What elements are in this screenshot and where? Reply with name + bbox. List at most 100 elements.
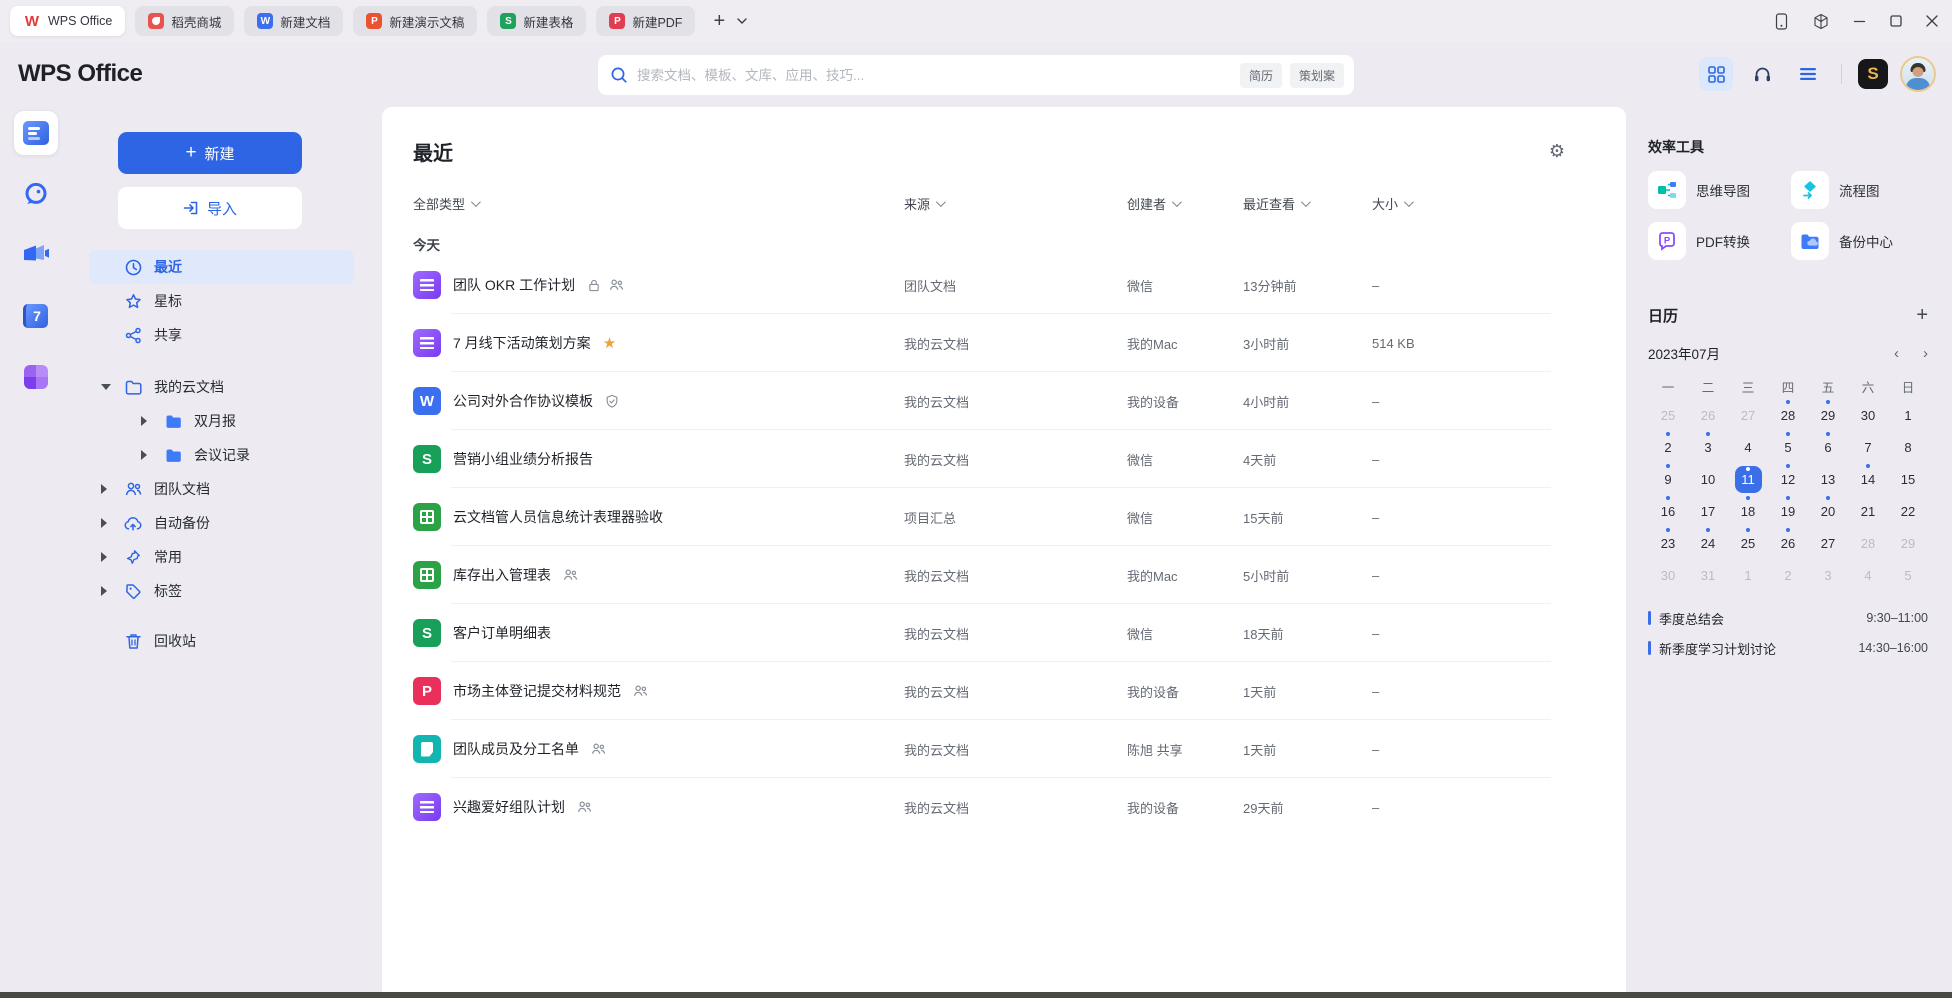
calendar-day-4[interactable]: 4 (1848, 559, 1888, 591)
search-input[interactable] (637, 68, 1232, 83)
calendar-day-10[interactable]: 10 (1688, 463, 1728, 495)
close-button[interactable] (1926, 15, 1938, 27)
filter-all-types[interactable]: 全部类型 (413, 194, 478, 213)
file-row[interactable]: 云文档管人员信息统计表理器验收 项目汇总 微信 15天前 – (399, 488, 1609, 546)
expand-triangle-icon[interactable] (101, 484, 107, 494)
search-tag-resume[interactable]: 简历 (1240, 63, 1282, 88)
search-tag-plan[interactable]: 策划案 (1290, 63, 1344, 88)
file-row[interactable]: 7 月线下活动策划方案 ★ 我的云文档 我的Mac 3小时前 514 KB (399, 314, 1609, 372)
expand-triangle-icon[interactable] (141, 450, 147, 460)
calendar-day-28[interactable]: 28 (1768, 399, 1808, 431)
calendar-day-1[interactable]: 1 (1888, 399, 1928, 431)
calendar-day-30[interactable]: 30 (1648, 559, 1688, 591)
calendar-day-5[interactable]: 5 (1888, 559, 1928, 591)
filter-last-viewed[interactable]: 最近查看 (1243, 194, 1308, 213)
calendar-day-24[interactable]: 24 (1688, 527, 1728, 559)
calendar-day-2[interactable]: 2 (1648, 431, 1688, 463)
calendar-day-12[interactable]: 12 (1768, 463, 1808, 495)
calendar-day-5[interactable]: 5 (1768, 431, 1808, 463)
tab-new-document[interactable]: W 新建文档 (244, 6, 343, 36)
rail-meeting-button[interactable] (14, 233, 58, 277)
file-row[interactable]: P 市场主体登记提交材料规范 我的云文档 我的设备 1天前 – (399, 662, 1609, 720)
calendar-day-20[interactable]: 20 (1808, 495, 1848, 527)
search-bar[interactable]: 简历 策划案 (598, 55, 1354, 95)
user-avatar[interactable] (1900, 56, 1936, 92)
event-item[interactable]: 新季度学习计划讨论 14:30–16:00 (1648, 633, 1928, 663)
calendar-day-25[interactable]: 25 (1648, 399, 1688, 431)
sidebar-item-frequent[interactable]: 常用 (89, 540, 354, 574)
calendar-day-25[interactable]: 25 (1728, 527, 1768, 559)
calendar-day-3[interactable]: 3 (1808, 559, 1848, 591)
mobile-device-icon[interactable] (1774, 13, 1789, 30)
rail-messages-button[interactable] (14, 172, 58, 216)
file-row[interactable]: W 公司对外合作协议模板 我的云文档 我的设备 4小时前 – (399, 372, 1609, 430)
file-row[interactable]: 兴趣爱好组队计划 我的云文档 我的设备 29天前 – (399, 778, 1609, 836)
calendar-prev-button[interactable]: ‹ (1894, 345, 1899, 362)
rail-documents-button[interactable] (14, 111, 58, 155)
calendar-day-1[interactable]: 1 (1728, 559, 1768, 591)
file-row[interactable]: 团队 OKR 工作计划 团队文档 微信 13分钟前 – (399, 256, 1609, 314)
calendar-day-29[interactable]: 29 (1808, 399, 1848, 431)
tab-new-spreadsheet[interactable]: S 新建表格 (487, 6, 586, 36)
minimize-button[interactable] (1853, 15, 1866, 28)
menu-button[interactable] (1791, 57, 1825, 91)
svip-badge-icon[interactable]: S (1858, 59, 1888, 89)
sidebar-item-recent[interactable]: 最近 (89, 250, 354, 284)
calendar-day-27[interactable]: 27 (1728, 399, 1768, 431)
event-item[interactable]: 季度总结会 9:30–11:00 (1648, 603, 1928, 633)
calendar-day-19[interactable]: 19 (1768, 495, 1808, 527)
app-grid-button[interactable] (1699, 57, 1733, 91)
rail-calendar-button[interactable]: 7 (14, 294, 58, 338)
calendar-day-28[interactable]: 28 (1848, 527, 1888, 559)
expand-triangle-icon[interactable] (101, 586, 107, 596)
new-button[interactable]: + 新建 (118, 132, 302, 174)
tab-new-pdf[interactable]: P 新建PDF (596, 6, 695, 36)
calendar-day-6[interactable]: 6 (1808, 431, 1848, 463)
tool-mindmap[interactable]: 思维导图 (1648, 171, 1791, 209)
expand-triangle-icon[interactable] (141, 416, 147, 426)
sidebar-item-my-cloud-docs[interactable]: 我的云文档 (89, 370, 354, 404)
sidebar-item-tags[interactable]: 标签 (89, 574, 354, 608)
add-event-button[interactable]: + (1916, 304, 1928, 327)
calendar-day-29[interactable]: 29 (1888, 527, 1928, 559)
calendar-day-7[interactable]: 7 (1848, 431, 1888, 463)
filter-creator[interactable]: 创建者 (1127, 194, 1179, 213)
settings-gear-icon[interactable]: ⚙ (1549, 141, 1565, 162)
calendar-day-4[interactable]: 4 (1728, 431, 1768, 463)
sidebar-item-auto-backup[interactable]: 自动备份 (89, 506, 354, 540)
sidebar-item-bimonthly[interactable]: 双月报 (89, 404, 354, 438)
calendar-day-14[interactable]: 14 (1848, 463, 1888, 495)
new-tab-button[interactable]: + (713, 11, 725, 31)
sidebar-item-shared[interactable]: 共享 (89, 318, 354, 352)
calendar-day-13[interactable]: 13 (1808, 463, 1848, 495)
filter-source[interactable]: 来源 (904, 194, 943, 213)
calendar-day-11[interactable]: 11 (1728, 463, 1768, 495)
calendar-day-21[interactable]: 21 (1848, 495, 1888, 527)
sidebar-item-trash[interactable]: 回收站 (89, 624, 354, 658)
calendar-day-15[interactable]: 15 (1888, 463, 1928, 495)
calendar-day-30[interactable]: 30 (1848, 399, 1888, 431)
file-row[interactable]: S 营销小组业绩分析报告 我的云文档 微信 4天前 – (399, 430, 1609, 488)
rail-apps-button[interactable] (14, 355, 58, 399)
tab-wps-office[interactable]: W WPS Office (10, 6, 125, 36)
sidebar-item-meeting-notes[interactable]: 会议记录 (89, 438, 354, 472)
file-row[interactable]: S 客户订单明细表 我的云文档 微信 18天前 – (399, 604, 1609, 662)
tool-backup-center[interactable]: 备份中心 (1791, 222, 1928, 260)
maximize-button[interactable] (1890, 15, 1902, 27)
file-row[interactable]: 库存出入管理表 我的云文档 我的Mac 5小时前 – (399, 546, 1609, 604)
calendar-day-9[interactable]: 9 (1648, 463, 1688, 495)
sidebar-item-team-docs[interactable]: 团队文档 (89, 472, 354, 506)
sidebar-item-starred[interactable]: 星标 (89, 284, 354, 318)
support-button[interactable] (1745, 57, 1779, 91)
calendar-next-button[interactable]: › (1923, 345, 1928, 362)
calendar-day-3[interactable]: 3 (1688, 431, 1728, 463)
workspace-box-icon[interactable] (1813, 13, 1829, 30)
calendar-day-23[interactable]: 23 (1648, 527, 1688, 559)
expand-triangle-icon[interactable] (101, 518, 107, 528)
calendar-day-2[interactable]: 2 (1768, 559, 1808, 591)
calendar-day-26[interactable]: 26 (1688, 399, 1728, 431)
calendar-day-27[interactable]: 27 (1808, 527, 1848, 559)
calendar-day-31[interactable]: 31 (1688, 559, 1728, 591)
file-row[interactable]: 团队成员及分工名单 我的云文档 陈旭 共享 1天前 – (399, 720, 1609, 778)
calendar-day-16[interactable]: 16 (1648, 495, 1688, 527)
